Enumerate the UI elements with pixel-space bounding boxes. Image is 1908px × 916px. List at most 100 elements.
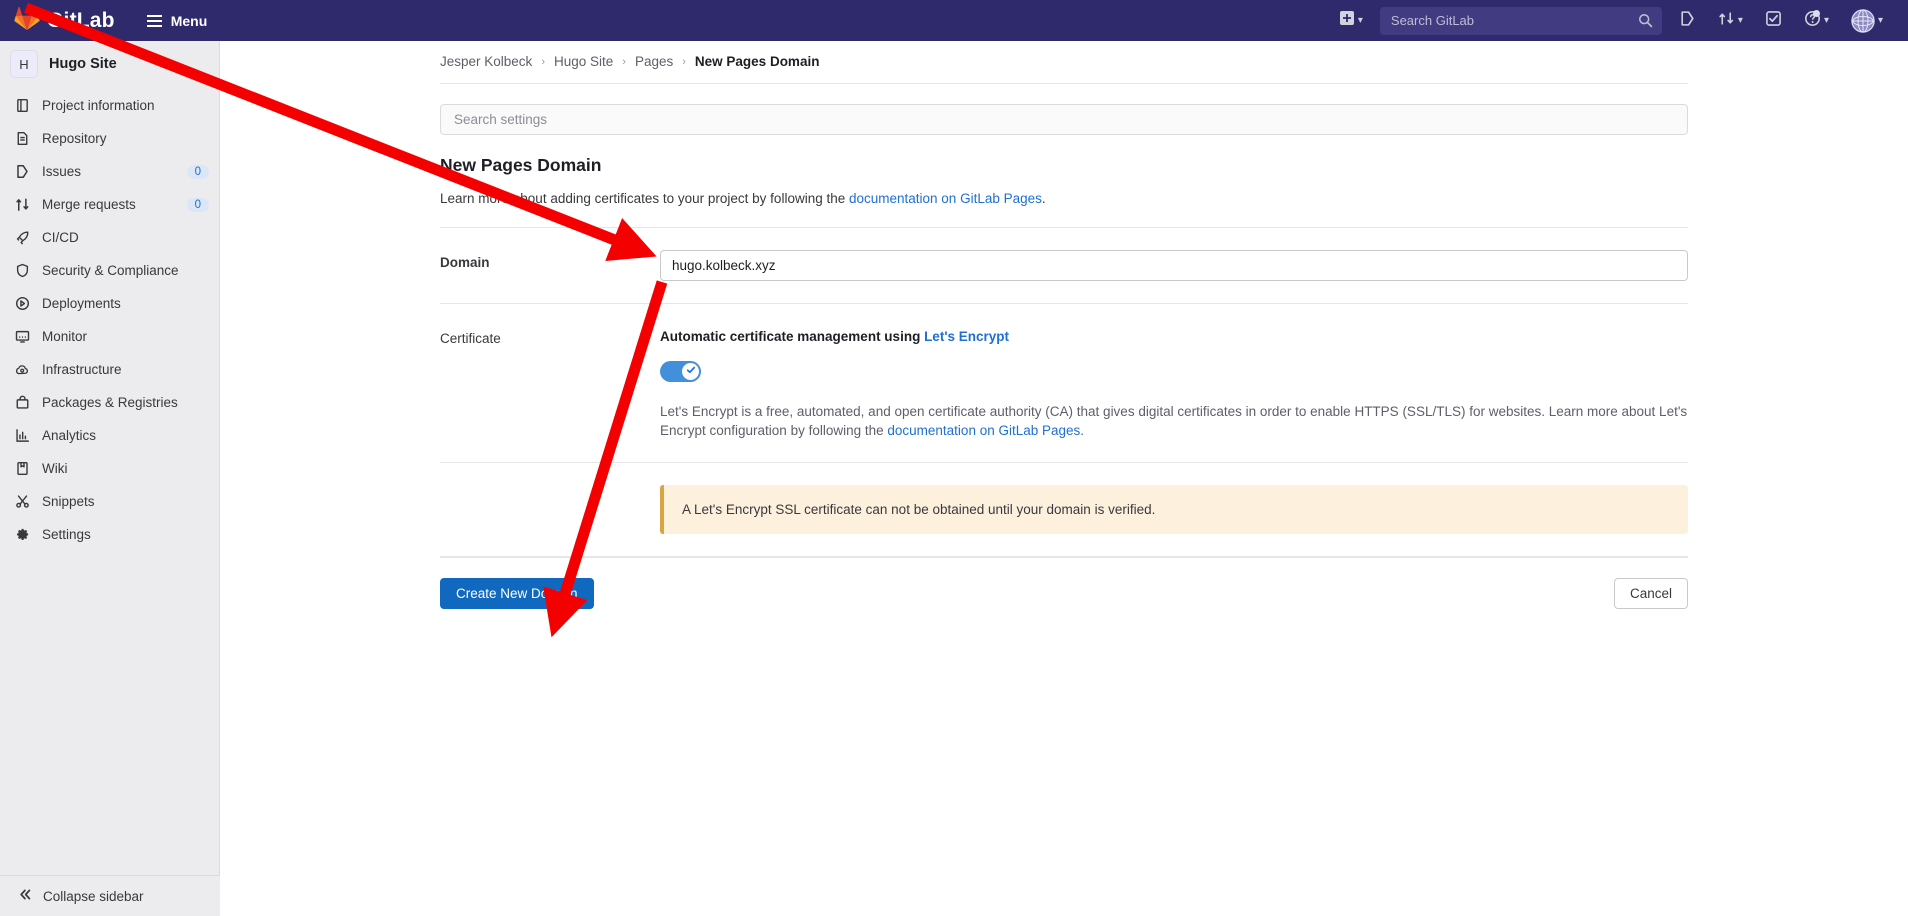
certificate-description-prefix: Let's Encrypt is a free, automated, and … <box>660 404 1688 439</box>
gitlab-logo-link[interactable]: GitLab <box>14 6 115 35</box>
todos-button[interactable] <box>1754 0 1793 41</box>
check-icon <box>685 363 697 381</box>
sidebar-item-infrastructure[interactable]: Infrastructure <box>0 353 219 386</box>
create-new-domain-button[interactable]: Create New Domain <box>440 578 594 610</box>
sidebar-item-repository[interactable]: Repository <box>0 122 219 155</box>
chevron-down-icon: ▾ <box>1737 14 1743 26</box>
merge-request-icon <box>14 196 31 213</box>
sidebar-item-badge: 0 <box>186 164 209 179</box>
issues-button[interactable] <box>1668 0 1707 41</box>
sidebar-item-security-compliance[interactable]: Security & Compliance <box>0 254 219 287</box>
settings-search-placeholder: Search settings <box>454 112 548 127</box>
collapse-sidebar-label: Collapse sidebar <box>43 888 144 904</box>
cloud-gear-icon <box>14 361 31 378</box>
breadcrumb-item-current: New Pages Domain <box>694 54 820 69</box>
documentation-link[interactable]: documentation on GitLab Pages <box>849 191 1042 206</box>
top-navbar: GitLab Menu ▾ Search GitLab ▾ ▾ ▾ <box>0 0 1908 41</box>
project-sidebar: H Hugo Site Project information Reposito… <box>0 41 220 916</box>
sidebar-item-label: Repository <box>42 131 107 146</box>
hamburger-menu-icon <box>146 14 162 27</box>
sidebar-item-settings[interactable]: Settings <box>0 518 219 551</box>
chevron-down-icon: ▾ <box>1357 14 1363 26</box>
search-icon <box>1638 13 1653 33</box>
sidebar-item-label: Issues <box>42 164 82 179</box>
global-search-box[interactable]: Search GitLab <box>1379 6 1662 35</box>
sidebar-item-merge-requests[interactable]: Merge requests 0 <box>0 188 219 221</box>
certificate-label: Certificate <box>440 331 501 346</box>
sidebar-item-label: Security & Compliance <box>42 263 179 278</box>
gitlab-brand-text: GitLab <box>47 8 115 32</box>
form-actions: Create New Domain Cancel <box>440 557 1688 610</box>
user-avatar <box>1850 8 1875 33</box>
sidebar-item-ci-cd[interactable]: CI/CD <box>0 221 219 254</box>
chevron-down-icon: ▾ <box>1823 14 1829 26</box>
sidebar-item-label: CI/CD <box>42 230 79 245</box>
sidebar-item-wiki[interactable]: Wiki <box>0 452 219 485</box>
page-intro-suffix: . <box>1041 191 1046 206</box>
book-icon <box>14 460 31 477</box>
breadcrumb-item-project[interactable]: Hugo Site <box>554 54 613 69</box>
issues-icon <box>1679 10 1696 32</box>
settings-search-input[interactable]: Search settings <box>440 104 1688 135</box>
user-menu-button[interactable]: ▾ <box>1840 0 1894 41</box>
merge-requests-button[interactable]: ▾ <box>1707 0 1754 41</box>
gear-icon <box>14 526 31 543</box>
breadcrumb-separator-icon: › <box>541 55 545 68</box>
sidebar-item-packages-registries[interactable]: Packages & Registries <box>0 386 219 419</box>
scissors-icon <box>14 493 31 510</box>
sidebar-item-label: Packages & Registries <box>42 395 178 410</box>
package-icon <box>14 394 31 411</box>
breadcrumb: Jesper Kolbeck › Hugo Site › Pages › New… <box>440 54 1688 84</box>
certificate-heading-prefix: Automatic certificate management using <box>660 329 925 344</box>
warning-alert: A Let's Encrypt SSL certificate can not … <box>660 485 1688 535</box>
repository-icon <box>14 130 31 147</box>
auto-certificate-toggle[interactable] <box>660 361 701 382</box>
certificate-heading: Automatic certificate management using L… <box>660 326 1688 344</box>
navbar-right-cluster: ▾ Search GitLab ▾ ▾ ▾ <box>1328 0 1908 41</box>
alert-form-row: A Let's Encrypt SSL certificate can not … <box>440 463 1688 558</box>
alert-field-wrap: A Let's Encrypt SSL certificate can not … <box>660 485 1688 535</box>
certificate-form-row: Certificate Automatic certificate manage… <box>440 304 1688 464</box>
cancel-button[interactable]: Cancel <box>1613 578 1688 610</box>
help-notification-dot <box>1812 10 1820 17</box>
create-new-button[interactable]: ▾ <box>1328 0 1374 41</box>
project-avatar: H <box>10 50 38 78</box>
todo-checkbox-icon <box>1765 10 1782 32</box>
alert-spacer <box>440 485 660 534</box>
sidebar-item-snippets[interactable]: Snippets <box>0 485 219 518</box>
sidebar-item-project-information[interactable]: Project information <box>0 89 219 122</box>
page-intro-text: Learn more about adding certificates to … <box>440 191 1688 228</box>
main-menu-label: Menu <box>170 12 208 29</box>
issues-icon <box>14 163 31 180</box>
help-button[interactable]: ▾ <box>1793 0 1840 41</box>
lets-encrypt-link[interactable]: Let's Encrypt <box>924 329 1009 344</box>
domain-label: Domain <box>440 255 490 270</box>
plus-square-icon <box>1339 10 1355 31</box>
sidebar-item-monitor[interactable]: Monitor <box>0 320 219 353</box>
project-name: Hugo Site <box>49 56 117 72</box>
domain-input[interactable] <box>660 250 1688 281</box>
sidebar-item-label: Monitor <box>42 329 88 344</box>
main-menu-button[interactable]: Menu <box>146 12 208 29</box>
sidebar-item-analytics[interactable]: Analytics <box>0 419 219 452</box>
chevron-down-icon: ▾ <box>1877 14 1883 26</box>
certificate-description: Let's Encrypt is a free, automated, and … <box>660 402 1688 440</box>
sidebar-item-label: Wiki <box>42 461 68 476</box>
shield-icon <box>14 262 31 279</box>
sidebar-item-label: Deployments <box>42 296 121 311</box>
project-information-icon <box>14 97 31 114</box>
sidebar-item-deployments[interactable]: Deployments <box>0 287 219 320</box>
domain-form-row: Domain <box>440 228 1688 304</box>
sidebar-item-label: Settings <box>42 527 91 542</box>
breadcrumb-item-pages[interactable]: Pages <box>635 54 673 69</box>
breadcrumb-item-user[interactable]: Jesper Kolbeck <box>440 54 532 69</box>
lets-encrypt-documentation-link[interactable]: documentation on GitLab Pages <box>887 423 1080 438</box>
sidebar-item-issues[interactable]: Issues 0 <box>0 155 219 188</box>
monitor-icon <box>14 328 31 345</box>
chart-bar-icon <box>14 427 31 444</box>
certificate-description-suffix: . <box>1080 423 1085 439</box>
sidebar-item-label: Infrastructure <box>42 362 122 377</box>
collapse-sidebar-button[interactable]: Collapse sidebar <box>0 875 220 916</box>
sidebar-project-header[interactable]: H Hugo Site <box>0 41 219 87</box>
rocket-icon <box>14 229 31 246</box>
